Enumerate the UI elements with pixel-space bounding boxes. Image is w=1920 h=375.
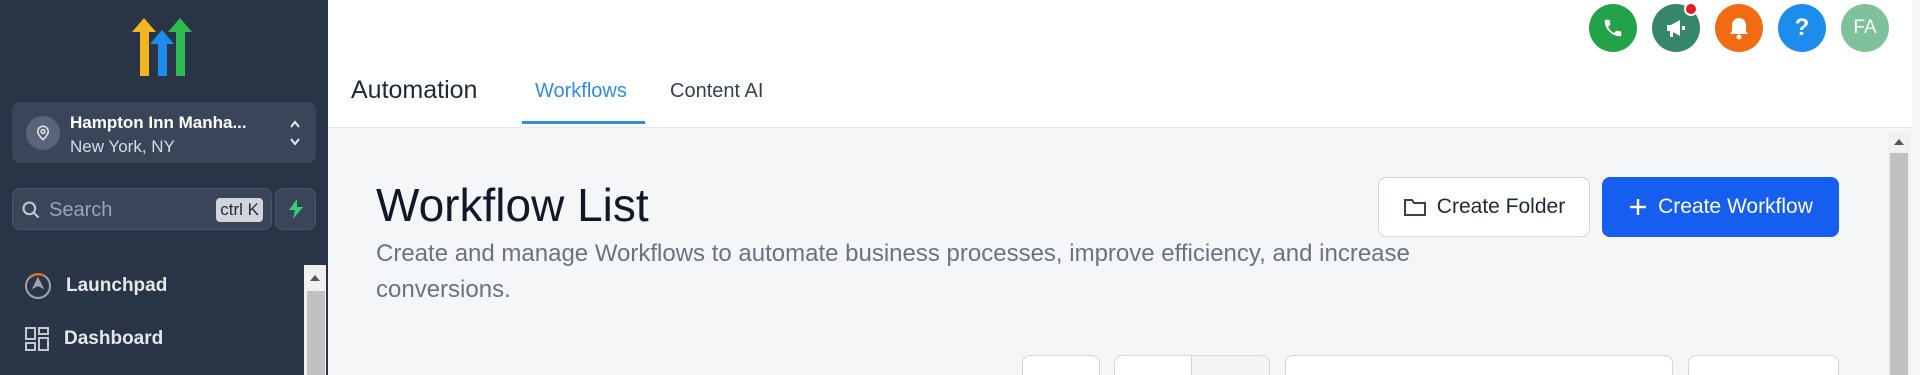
view-toggle[interactable] — [1114, 355, 1270, 375]
create-folder-label: Create Folder — [1436, 195, 1566, 218]
help-button[interactable]: ? — [1778, 4, 1826, 52]
toolbar-button[interactable] — [1022, 355, 1100, 375]
sidebar-item-label: Launchpad — [66, 275, 168, 296]
create-folder-button[interactable]: Create Folder — [1378, 177, 1590, 237]
grid-icon — [25, 327, 49, 351]
top-header: Automation Workflows Content AI ? FA — [328, 0, 1912, 128]
sidebar-item-label: Dashboard — [64, 328, 164, 349]
phone-button[interactable] — [1589, 4, 1637, 52]
avatar[interactable]: FA — [1841, 4, 1889, 52]
scrollbar-thumb[interactable] — [1890, 153, 1908, 375]
megaphone-icon — [1667, 20, 1685, 37]
scroll-up-arrow-icon[interactable] — [310, 275, 320, 281]
page-section-title: Automation — [351, 76, 478, 104]
chevron-updown-icon — [290, 120, 300, 146]
scroll-up-arrow-icon[interactable] — [1894, 139, 1904, 145]
main-scrollbar[interactable] — [1888, 133, 1910, 375]
sidebar-item-launchpad[interactable]: Launchpad — [24, 272, 167, 300]
create-workflow-label: Create Workflow — [1658, 195, 1813, 218]
tab-content-ai[interactable]: Content AI — [670, 80, 763, 103]
rocket-icon — [25, 273, 51, 299]
folder-icon — [1403, 199, 1426, 216]
location-pin-icon — [26, 116, 60, 150]
tab-workflows[interactable]: Workflows — [535, 80, 627, 103]
sidebar-item-dashboard[interactable]: Dashboard — [24, 326, 163, 352]
announcements-button[interactable] — [1652, 2, 1700, 52]
shortcut-badge: ctrl K — [216, 198, 263, 222]
bell-icon — [1730, 18, 1748, 40]
workflow-search-input[interactable] — [1285, 355, 1673, 375]
sidebar: Hampton Inn Manha... New York, NY Search… — [0, 0, 328, 375]
help-icon: ? — [1794, 14, 1810, 41]
avatar-initials: FA — [1853, 17, 1877, 38]
notification-dot — [1684, 2, 1698, 16]
phone-icon — [1604, 19, 1622, 37]
page-description: Create and manage Workflows to automate … — [376, 240, 1410, 303]
page-title: Workflow List — [376, 179, 649, 231]
quick-action-button[interactable] — [275, 188, 316, 230]
location-switcher[interactable]: Hampton Inn Manha... New York, NY — [12, 102, 316, 163]
view-toggle-option[interactable] — [1191, 356, 1269, 375]
filter-button[interactable] — [1688, 355, 1839, 375]
create-workflow-button[interactable]: Create Workflow — [1602, 177, 1839, 237]
scrollbar-thumb[interactable] — [307, 291, 325, 375]
app-logo[interactable] — [130, 18, 194, 76]
lightning-icon — [288, 199, 303, 219]
location-city: New York, NY — [70, 137, 175, 156]
plus-icon — [1630, 199, 1647, 215]
sidebar-scrollbar[interactable] — [304, 265, 326, 375]
search-placeholder: Search — [49, 199, 113, 221]
notifications-button[interactable] — [1715, 4, 1763, 52]
search-icon — [22, 201, 40, 219]
active-tab-indicator — [522, 121, 645, 124]
search-input[interactable]: Search ctrl K — [12, 188, 272, 230]
location-name: Hampton Inn Manha... — [70, 113, 247, 132]
